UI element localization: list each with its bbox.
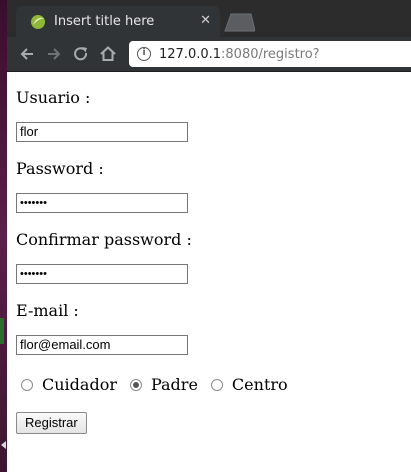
email-input[interactable]: flor@email.com xyxy=(16,335,188,355)
usuario-input[interactable]: flor xyxy=(16,122,188,142)
eclipse-favicon-icon xyxy=(30,14,46,30)
confirm-password-input[interactable]: ••••••• xyxy=(16,264,188,284)
info-icon[interactable]: i xyxy=(137,47,151,61)
home-icon[interactable] xyxy=(98,44,118,64)
new-tab-button[interactable] xyxy=(221,12,255,32)
radio-label-padre: Padre xyxy=(150,375,198,394)
radio-label-cuidador: Cuidador xyxy=(42,375,117,394)
radio-label-centro: Centro xyxy=(231,375,288,394)
tab-title: Insert title here xyxy=(54,14,155,29)
password-label: Password : xyxy=(16,159,104,178)
forward-arrow-icon[interactable] xyxy=(44,44,64,64)
close-icon[interactable]: ✕ xyxy=(200,13,211,28)
browser-tab[interactable]: Insert title here ✕ xyxy=(16,6,220,37)
url-path: :8080/registro? xyxy=(221,46,320,62)
email-label: E-mail : xyxy=(16,301,79,320)
confirm-password-label: Confirmar password : xyxy=(16,230,192,249)
page-content: Usuario : flor Password : ••••••• Confir… xyxy=(7,72,411,472)
radio-cuidador[interactable] xyxy=(21,378,33,391)
radio-padre[interactable] xyxy=(129,378,142,391)
registrar-button[interactable]: Registrar xyxy=(16,412,87,434)
radio-centro[interactable] xyxy=(210,378,223,391)
back-arrow-icon[interactable] xyxy=(17,44,37,64)
tab-bar: Insert title here ✕ xyxy=(7,0,411,37)
launcher-arrow-icon xyxy=(1,441,6,449)
role-radio-group: Cuidador Padre Centro xyxy=(21,375,301,394)
reload-icon[interactable] xyxy=(71,44,91,64)
usuario-label: Usuario : xyxy=(16,88,91,107)
address-bar[interactable]: i 127.0.0.1:8080/registro? xyxy=(129,41,411,67)
desktop-launcher-strip xyxy=(0,0,7,472)
password-input[interactable]: ••••••• xyxy=(16,193,188,213)
url-host: 127.0.0.1 xyxy=(159,46,222,62)
launcher-indicator xyxy=(0,318,4,344)
browser-toolbar: i 127.0.0.1:8080/registro? xyxy=(7,37,411,72)
